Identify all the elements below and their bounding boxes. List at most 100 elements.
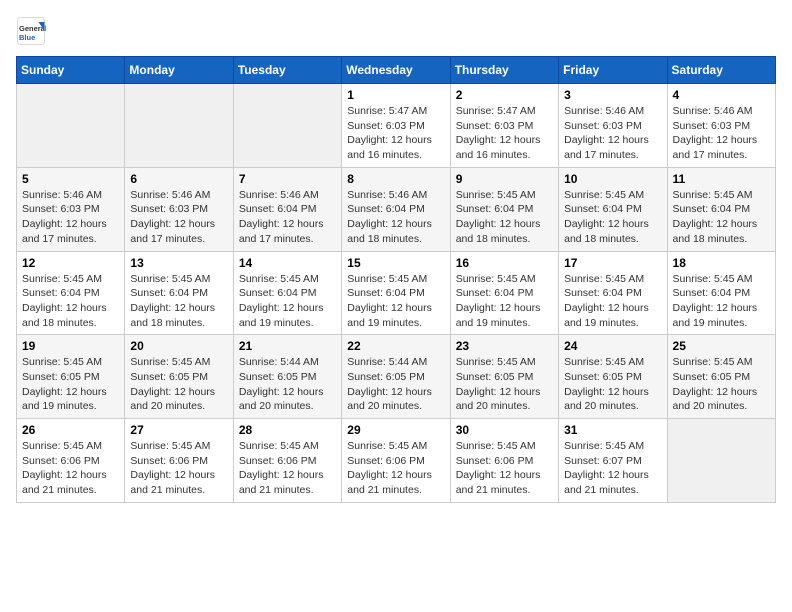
day-number: 27 <box>130 423 227 437</box>
calendar-cell: 27 Sunrise: 5:45 AM Sunset: 6:06 PM Dayli… <box>125 419 233 503</box>
calendar-cell: 7 Sunrise: 5:46 AM Sunset: 6:04 PM Daylig… <box>233 167 341 251</box>
day-info: Sunrise: 5:45 AM Sunset: 6:04 PM Dayligh… <box>456 272 553 331</box>
calendar-cell: 28 Sunrise: 5:45 AM Sunset: 6:06 PM Dayli… <box>233 419 341 503</box>
calendar-cell: 9 Sunrise: 5:45 AM Sunset: 6:04 PM Daylig… <box>450 167 558 251</box>
calendar-cell: 17Sunrise: 5:45 AM Sunset: 6:04 PM Dayli… <box>559 251 667 335</box>
day-number: 24 <box>564 339 661 353</box>
logo: General Blue <box>16 16 50 46</box>
calendar-cell <box>17 84 125 168</box>
calendar-cell: 10 Sunrise: 5:45 AM Sunset: 6:04 PM Dayli… <box>559 167 667 251</box>
day-number: 25 <box>673 339 770 353</box>
day-number: 10 <box>564 172 661 186</box>
calendar-cell: 30Sunrise: 5:45 AM Sunset: 6:06 PM Dayli… <box>450 419 558 503</box>
day-number: 15 <box>347 256 444 270</box>
day-info: Sunrise: 5:45 AM Sunset: 6:04 PM Dayligh… <box>673 272 770 331</box>
day-info: Sunrise: 5:45 AM Sunset: 6:04 PM Dayligh… <box>22 272 119 331</box>
calendar-week-row: 1 Sunrise: 5:47 AM Sunset: 6:03 PM Daylig… <box>17 84 776 168</box>
day-info: Sunrise: 5:45 AM Sunset: 6:04 PM Dayligh… <box>673 188 770 247</box>
calendar-cell: 26 Sunrise: 5:45 AM Sunset: 6:06 PM Dayli… <box>17 419 125 503</box>
calendar-cell: 24 Sunrise: 5:45 AM Sunset: 6:05 PM Dayli… <box>559 335 667 419</box>
calendar-cell: 25 Sunrise: 5:45 AM Sunset: 6:05 PM Dayli… <box>667 335 775 419</box>
calendar-cell: 11 Sunrise: 5:45 AM Sunset: 6:04 PM Dayli… <box>667 167 775 251</box>
calendar-cell: 4 Sunrise: 5:46 AM Sunset: 6:03 PM Daylig… <box>667 84 775 168</box>
calendar-week-row: 26 Sunrise: 5:45 AM Sunset: 6:06 PM Dayli… <box>17 419 776 503</box>
day-number: 9 <box>456 172 553 186</box>
day-info: Sunrise: 5:47 AM Sunset: 6:03 PM Dayligh… <box>456 104 553 163</box>
calendar-header-row: SundayMondayTuesdayWednesdayThursdayFrid… <box>17 57 776 84</box>
calendar-cell <box>125 84 233 168</box>
day-info: Sunrise: 5:45 AM Sunset: 6:06 PM Dayligh… <box>22 439 119 498</box>
day-number: 31 <box>564 423 661 437</box>
calendar-cell: 23 Sunrise: 5:45 AM Sunset: 6:05 PM Dayli… <box>450 335 558 419</box>
calendar-cell <box>667 419 775 503</box>
day-number: 21 <box>239 339 336 353</box>
day-of-week-header: Monday <box>125 57 233 84</box>
day-number: 28 <box>239 423 336 437</box>
day-of-week-header: Tuesday <box>233 57 341 84</box>
day-info: Sunrise: 5:45 AM Sunset: 6:06 PM Dayligh… <box>130 439 227 498</box>
day-number: 7 <box>239 172 336 186</box>
calendar-cell: 21 Sunrise: 5:44 AM Sunset: 6:05 PM Dayli… <box>233 335 341 419</box>
day-number: 20 <box>130 339 227 353</box>
calendar-cell: 29 Sunrise: 5:45 AM Sunset: 6:06 PM Dayli… <box>342 419 450 503</box>
calendar-cell: 3Sunrise: 5:46 AM Sunset: 6:03 PM Daylig… <box>559 84 667 168</box>
day-of-week-header: Sunday <box>17 57 125 84</box>
day-info: Sunrise: 5:44 AM Sunset: 6:05 PM Dayligh… <box>347 355 444 414</box>
day-number: 18 <box>673 256 770 270</box>
day-number: 16 <box>456 256 553 270</box>
day-info: Sunrise: 5:45 AM Sunset: 6:04 PM Dayligh… <box>130 272 227 331</box>
day-info: Sunrise: 5:45 AM Sunset: 6:07 PM Dayligh… <box>564 439 661 498</box>
svg-text:Blue: Blue <box>19 33 35 42</box>
calendar-cell: 16 Sunrise: 5:45 AM Sunset: 6:04 PM Dayli… <box>450 251 558 335</box>
day-number: 14 <box>239 256 336 270</box>
day-number: 19 <box>22 339 119 353</box>
day-info: Sunrise: 5:45 AM Sunset: 6:05 PM Dayligh… <box>564 355 661 414</box>
calendar-cell: 12 Sunrise: 5:45 AM Sunset: 6:04 PM Dayli… <box>17 251 125 335</box>
day-number: 11 <box>673 172 770 186</box>
day-info: Sunrise: 5:45 AM Sunset: 6:06 PM Dayligh… <box>456 439 553 498</box>
calendar-cell: 13 Sunrise: 5:45 AM Sunset: 6:04 PM Dayli… <box>125 251 233 335</box>
calendar-cell: 14Sunrise: 5:45 AM Sunset: 6:04 PM Dayli… <box>233 251 341 335</box>
day-info: Sunrise: 5:46 AM Sunset: 6:03 PM Dayligh… <box>564 104 661 163</box>
day-number: 4 <box>673 88 770 102</box>
day-info: Sunrise: 5:45 AM Sunset: 6:04 PM Dayligh… <box>347 272 444 331</box>
calendar-cell: 5Sunrise: 5:46 AM Sunset: 6:03 PM Daylig… <box>17 167 125 251</box>
day-number: 26 <box>22 423 119 437</box>
day-number: 8 <box>347 172 444 186</box>
day-number: 2 <box>456 88 553 102</box>
day-info: Sunrise: 5:45 AM Sunset: 6:06 PM Dayligh… <box>347 439 444 498</box>
calendar-week-row: 12 Sunrise: 5:45 AM Sunset: 6:04 PM Dayli… <box>17 251 776 335</box>
day-of-week-header: Thursday <box>450 57 558 84</box>
day-number: 6 <box>130 172 227 186</box>
day-number: 5 <box>22 172 119 186</box>
day-info: Sunrise: 5:45 AM Sunset: 6:04 PM Dayligh… <box>456 188 553 247</box>
day-info: Sunrise: 5:44 AM Sunset: 6:05 PM Dayligh… <box>239 355 336 414</box>
day-number: 29 <box>347 423 444 437</box>
day-of-week-header: Wednesday <box>342 57 450 84</box>
calendar-cell: 20Sunrise: 5:45 AM Sunset: 6:05 PM Dayli… <box>125 335 233 419</box>
day-number: 12 <box>22 256 119 270</box>
day-info: Sunrise: 5:47 AM Sunset: 6:03 PM Dayligh… <box>347 104 444 163</box>
calendar-cell: 15 Sunrise: 5:45 AM Sunset: 6:04 PM Dayli… <box>342 251 450 335</box>
day-info: Sunrise: 5:45 AM Sunset: 6:05 PM Dayligh… <box>673 355 770 414</box>
day-info: Sunrise: 5:45 AM Sunset: 6:06 PM Dayligh… <box>239 439 336 498</box>
day-number: 22 <box>347 339 444 353</box>
day-number: 13 <box>130 256 227 270</box>
calendar-cell: 6Sunrise: 5:46 AM Sunset: 6:03 PM Daylig… <box>125 167 233 251</box>
calendar-cell: 2 Sunrise: 5:47 AM Sunset: 6:03 PM Daylig… <box>450 84 558 168</box>
page-header: General Blue <box>16 16 776 46</box>
day-info: Sunrise: 5:45 AM Sunset: 6:04 PM Dayligh… <box>564 188 661 247</box>
day-number: 1 <box>347 88 444 102</box>
day-info: Sunrise: 5:46 AM Sunset: 6:04 PM Dayligh… <box>239 188 336 247</box>
day-info: Sunrise: 5:46 AM Sunset: 6:03 PM Dayligh… <box>673 104 770 163</box>
day-of-week-header: Saturday <box>667 57 775 84</box>
logo-icon: General Blue <box>16 16 46 46</box>
calendar-cell: 18 Sunrise: 5:45 AM Sunset: 6:04 PM Dayli… <box>667 251 775 335</box>
day-number: 23 <box>456 339 553 353</box>
calendar-week-row: 19 Sunrise: 5:45 AM Sunset: 6:05 PM Dayli… <box>17 335 776 419</box>
day-info: Sunrise: 5:45 AM Sunset: 6:05 PM Dayligh… <box>456 355 553 414</box>
calendar-cell: 19 Sunrise: 5:45 AM Sunset: 6:05 PM Dayli… <box>17 335 125 419</box>
calendar-cell: 31 Sunrise: 5:45 AM Sunset: 6:07 PM Dayli… <box>559 419 667 503</box>
day-info: Sunrise: 5:45 AM Sunset: 6:05 PM Dayligh… <box>22 355 119 414</box>
calendar-cell: 1 Sunrise: 5:47 AM Sunset: 6:03 PM Daylig… <box>342 84 450 168</box>
